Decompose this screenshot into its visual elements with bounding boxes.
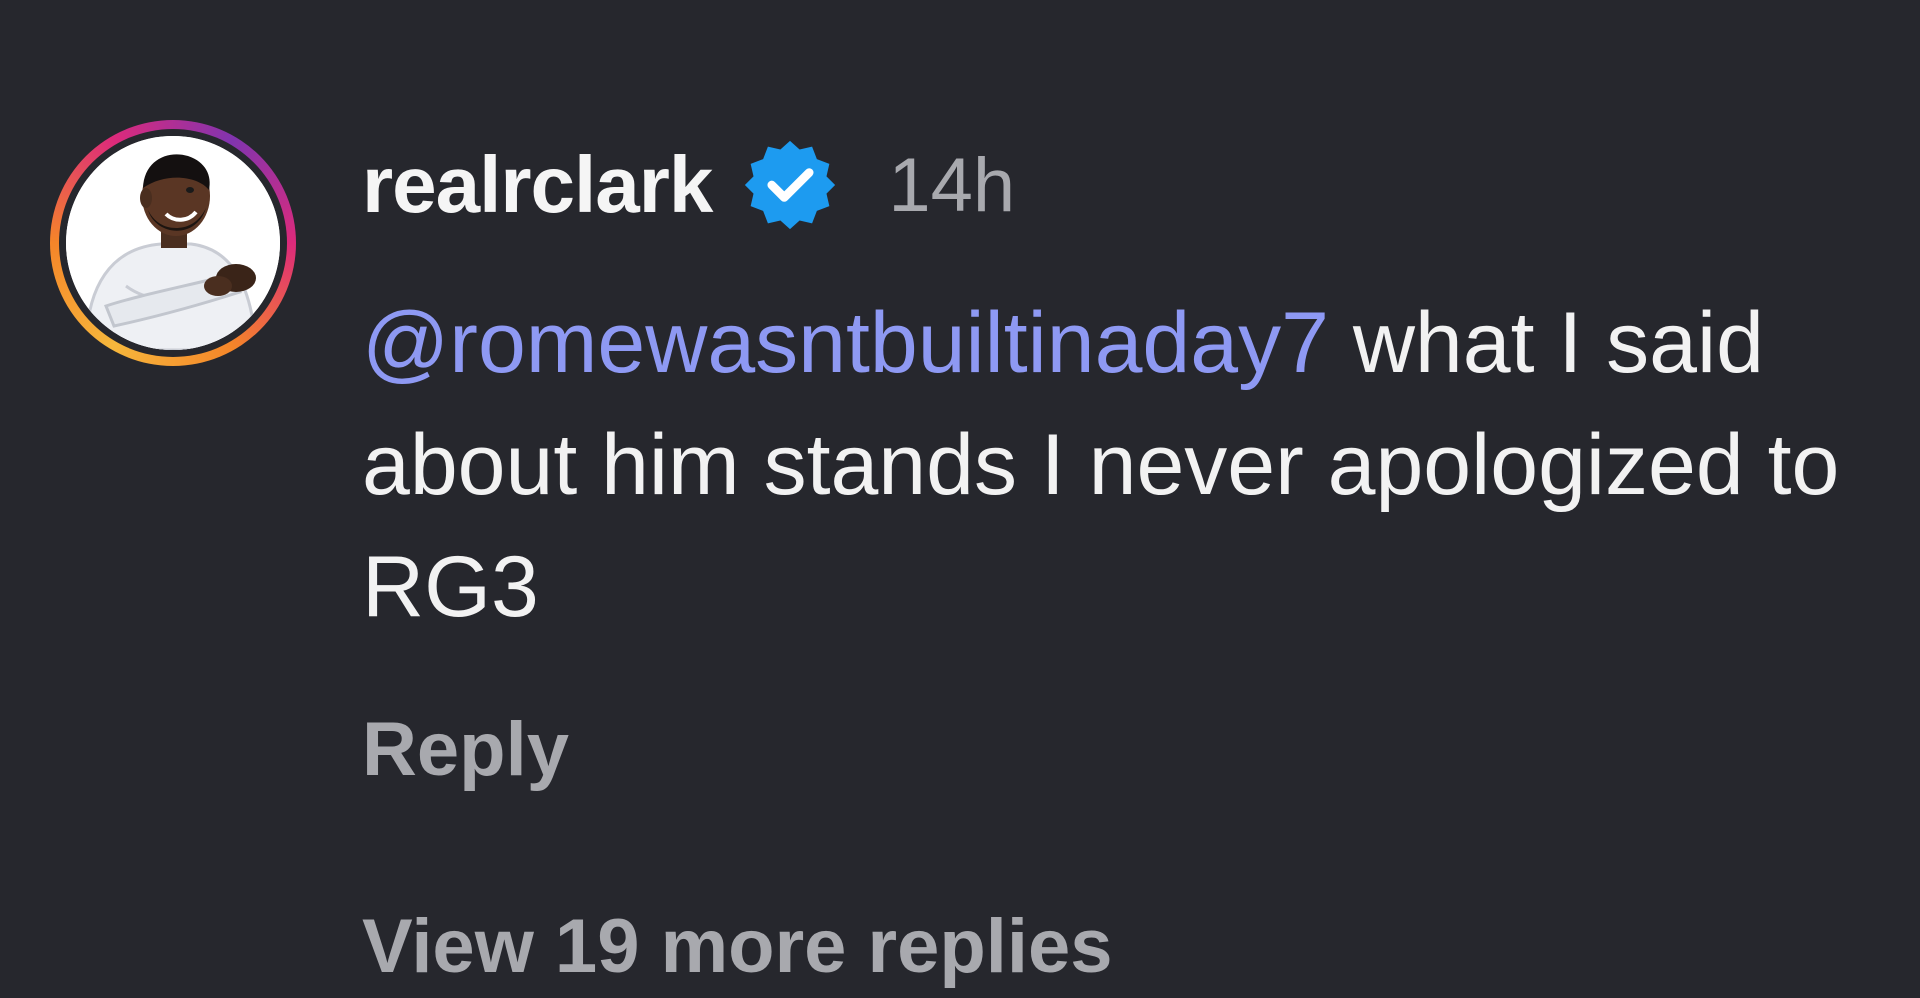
mention-link[interactable]: @romewasntbuiltinaday7 xyxy=(362,295,1329,391)
verified-badge-icon xyxy=(742,137,838,233)
reply-button[interactable]: Reply xyxy=(362,706,569,793)
view-more-replies-button[interactable]: View 19 more replies xyxy=(362,903,1882,990)
timestamp: 14h xyxy=(888,142,1016,228)
person-illustration-icon xyxy=(66,136,280,350)
comment-text: @romewasntbuiltinaday7 what I said about… xyxy=(362,282,1892,648)
profile-picture xyxy=(66,136,280,350)
avatar[interactable] xyxy=(50,120,296,366)
username-link[interactable]: realrclark xyxy=(362,139,713,231)
comment-content: realrclark 14h @romewasntbuiltinaday7 wh… xyxy=(362,130,1882,990)
comment-header: realrclark 14h xyxy=(362,130,1882,240)
comment: realrclark 14h @romewasntbuiltinaday7 wh… xyxy=(0,0,1920,998)
